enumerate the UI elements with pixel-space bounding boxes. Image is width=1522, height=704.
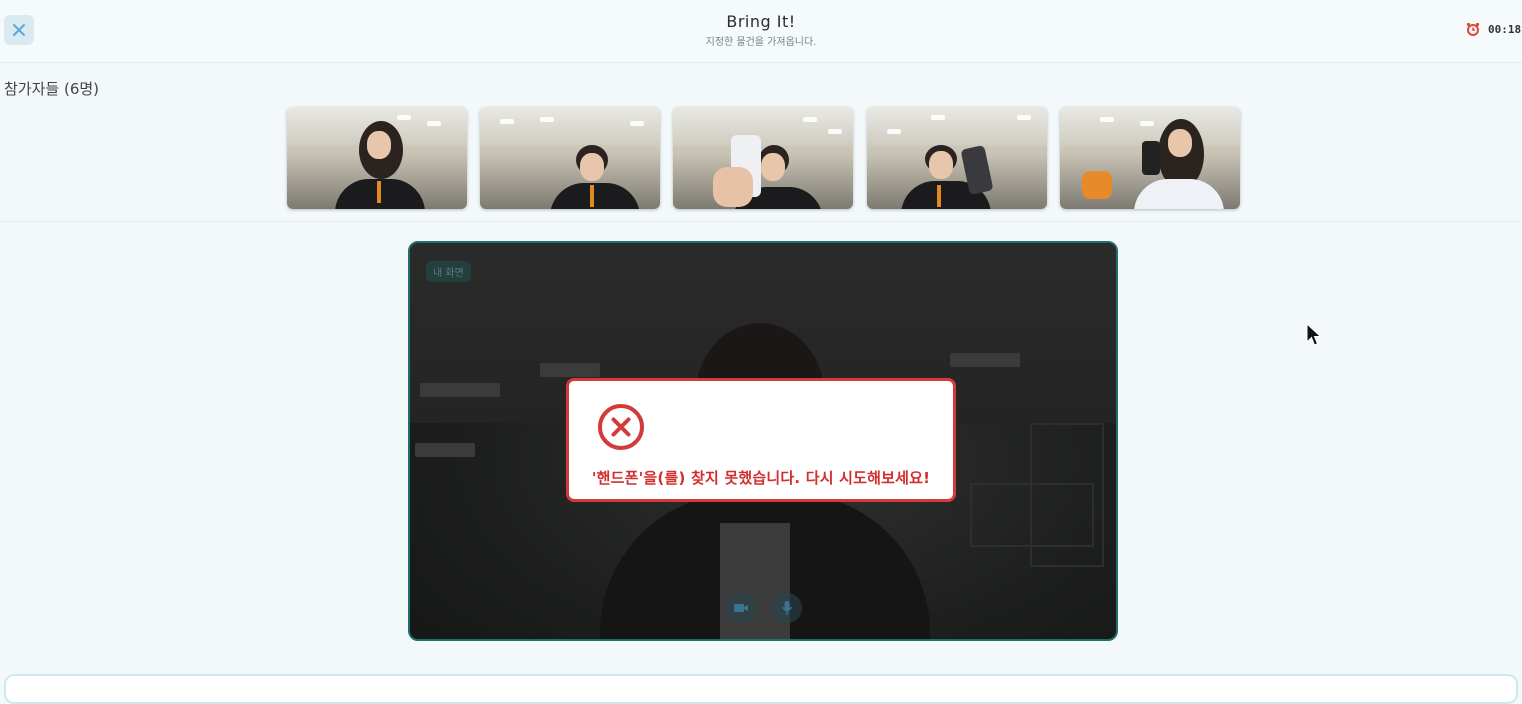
title-block: Bring It! 지정한 물건을 가져옵니다. — [0, 12, 1522, 48]
mouse-cursor-icon — [1306, 323, 1322, 346]
page-subtitle: 지정한 물건을 가져옵니다. — [705, 37, 817, 48]
participants-heading: 참가자들 (6명) — [4, 80, 100, 98]
participant-video[interactable] — [867, 107, 1047, 209]
error-message: '핸드폰'을(를) 찾지 못했습니다. 다시 시도해보세요! — [591, 469, 931, 487]
bottom-action-bar[interactable] — [4, 674, 1518, 704]
self-view-label: 내 화면 — [426, 261, 471, 282]
top-header: Bring It! 지정한 물건을 가져옵니다. 00:18 — [0, 0, 1522, 63]
participant-video[interactable] — [673, 107, 853, 209]
participant-video[interactable] — [1060, 107, 1240, 209]
alarm-clock-icon — [1466, 22, 1480, 36]
microphone-toggle-button[interactable] — [772, 593, 802, 623]
error-x-icon — [598, 404, 644, 450]
participant-video[interactable] — [287, 107, 467, 209]
camera-toggle-button[interactable] — [726, 593, 756, 623]
camera-icon — [734, 604, 748, 612]
participant-video[interactable] — [480, 107, 660, 209]
timer-value: 00:18 — [1488, 22, 1522, 36]
page-title: Bring It! — [726, 12, 796, 31]
timer: 00:18 — [1466, 22, 1521, 36]
microphone-icon — [781, 601, 793, 615]
error-modal: '핸드폰'을(를) 찾지 못했습니다. 다시 시도해보세요! — [566, 378, 956, 502]
